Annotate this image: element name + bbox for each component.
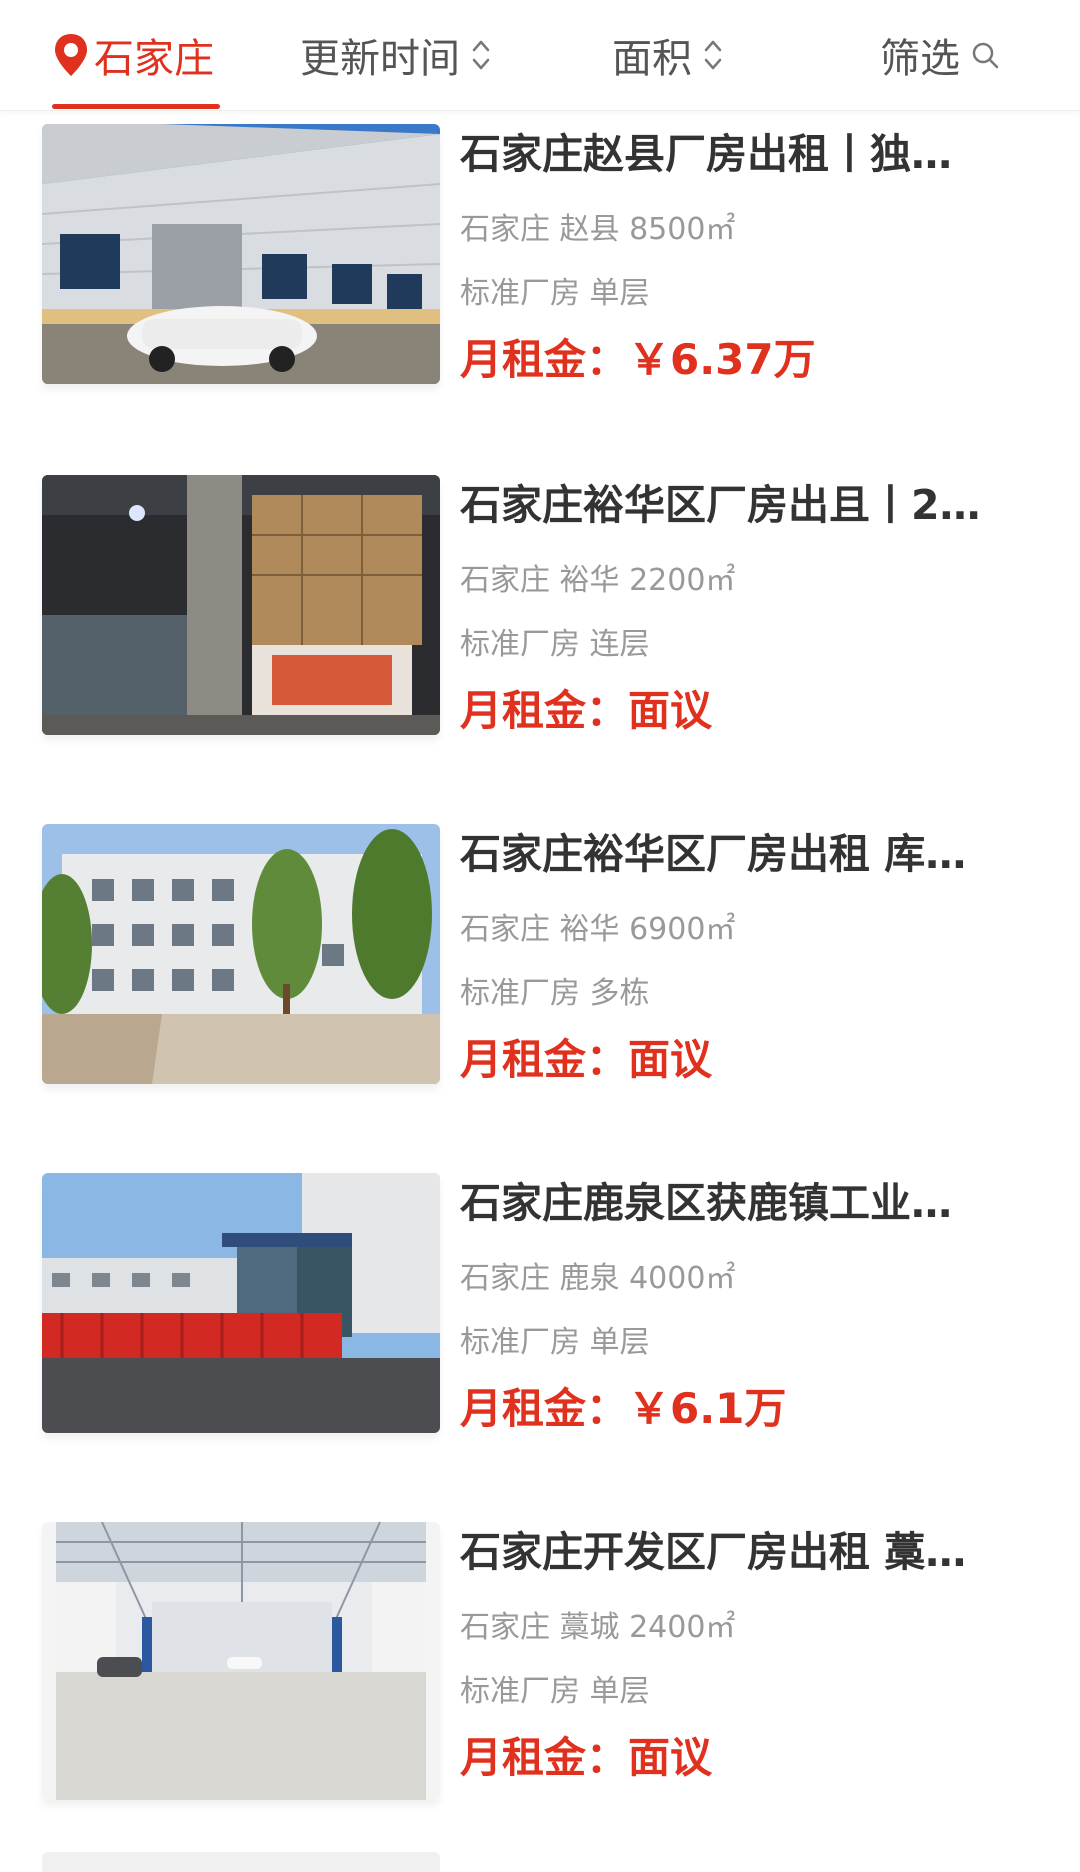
filter-tab[interactable]: 筛选: [880, 0, 1000, 110]
listing-price: 月租金：￥6.1万: [460, 1384, 787, 1433]
filter-bar: 石家庄 更新时间 面积 筛选: [0, 0, 1080, 111]
listing-location: 石家庄 裕华 6900㎡: [460, 912, 736, 947]
listing-title[interactable]: 石家庄裕华区厂房出租 库…: [460, 824, 1050, 884]
listing-location: 石家庄 裕华 2200㎡: [460, 563, 736, 598]
listing-card[interactable]: 石家庄开发区厂房出租 藁… 石家庄 藁城 2400㎡ 标准厂房 单层 月租金：面…: [0, 1522, 1080, 1852]
active-tab-indicator: [52, 104, 220, 109]
listing-type: 标准厂房 多栋: [460, 976, 650, 1011]
listing-location: 石家庄 鹿泉 4000㎡: [460, 1261, 736, 1296]
listing-location: 石家庄 藁城 2400㎡: [460, 1610, 736, 1645]
listing-photo[interactable]: [42, 124, 440, 384]
sort-update-time-label: 更新时间: [300, 36, 460, 82]
city-filter-tab[interactable]: 石家庄: [52, 0, 214, 110]
sort-area-tab[interactable]: 面积: [612, 0, 724, 110]
sort-arrows-icon: [704, 40, 722, 70]
listing-card[interactable]: 石家庄裕华区厂房出且丨2… 石家庄 裕华 2200㎡ 标准厂房 连层 月租金：面…: [0, 475, 1080, 805]
listing-card-partial[interactable]: [42, 1852, 440, 1872]
sort-area-label: 面积: [612, 36, 692, 82]
listing-photo[interactable]: [42, 1173, 440, 1433]
listing-location: 石家庄 赵县 8500㎡: [460, 212, 736, 247]
city-filter-label: 石家庄: [94, 36, 214, 82]
search-icon: [972, 42, 999, 69]
listing-card[interactable]: 石家庄裕华区厂房出租 库… 石家庄 裕华 6900㎡ 标准厂房 多栋 月租金：面…: [0, 824, 1080, 1154]
listing-title[interactable]: 石家庄裕华区厂房出且丨2…: [460, 475, 1050, 535]
listing-price: 月租金：面议: [460, 686, 713, 735]
listing-title[interactable]: 石家庄鹿泉区获鹿镇工业…: [460, 1173, 1050, 1233]
sort-arrows-icon: [472, 40, 490, 70]
listing-type: 标准厂房 单层: [460, 1674, 650, 1709]
filter-label: 筛选: [880, 36, 960, 82]
listing-type: 标准厂房 单层: [460, 1325, 650, 1360]
location-pin-icon: [55, 34, 87, 76]
listing-card[interactable]: 石家庄鹿泉区获鹿镇工业… 石家庄 鹿泉 4000㎡ 标准厂房 单层 月租金：￥6…: [0, 1173, 1080, 1503]
sort-update-time-tab[interactable]: 更新时间: [300, 0, 492, 110]
listing-photo[interactable]: [42, 1522, 440, 1800]
listing-title[interactable]: 石家庄赵县厂房出租丨独…: [460, 124, 1050, 184]
listing-photo[interactable]: [42, 475, 440, 735]
listing-price: 月租金：￥6.37万: [460, 335, 816, 384]
listing-type: 标准厂房 连层: [460, 627, 650, 662]
listing-type: 标准厂房 单层: [460, 276, 650, 311]
listing-title[interactable]: 石家庄开发区厂房出租 藁…: [460, 1522, 1050, 1582]
listing-photo[interactable]: [42, 824, 440, 1084]
listing-price: 月租金：面议: [460, 1035, 713, 1084]
listing-card[interactable]: 石家庄赵县厂房出租丨独… 石家庄 赵县 8500㎡ 标准厂房 单层 月租金：￥6…: [0, 124, 1080, 454]
listing-price: 月租金：面议: [460, 1733, 713, 1782]
